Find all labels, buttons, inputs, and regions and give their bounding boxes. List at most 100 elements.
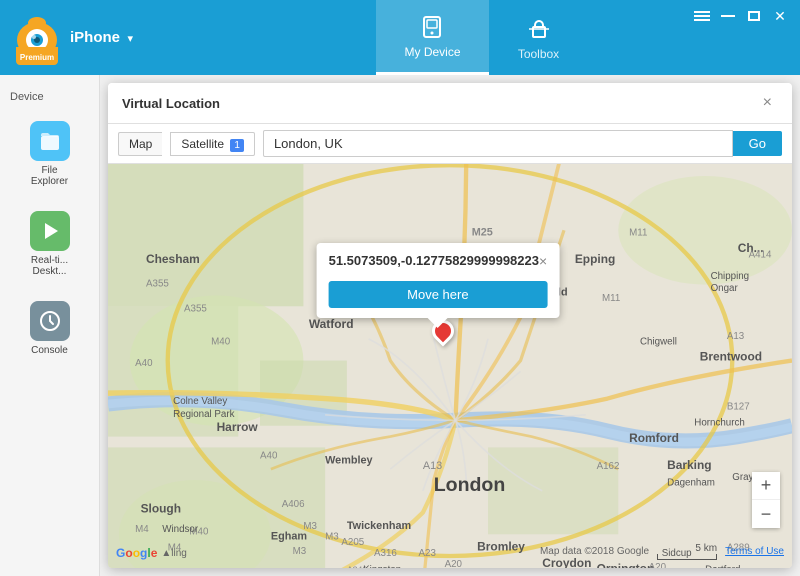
google-logo: Google (116, 546, 157, 560)
logo-section: Premium iPhone ▾ (0, 0, 165, 75)
zoom-out-button[interactable]: − (752, 500, 780, 528)
maximize-button[interactable] (746, 10, 762, 22)
svg-text:Hornchurch: Hornchurch (694, 418, 744, 429)
sidebar-item-file-explorer[interactable]: FileExplorer (10, 113, 90, 195)
svg-text:Watford: Watford (309, 317, 354, 331)
location-popup: 51.5073509,-0.12775829999998223 × Move h… (317, 243, 560, 318)
svg-text:M40: M40 (211, 336, 231, 347)
svg-text:A316: A316 (374, 548, 397, 559)
realtime-desktop-label: Real-ti...Deskt... (31, 255, 68, 277)
hamburger-menu-button[interactable] (694, 10, 710, 22)
svg-text:Bromley: Bromley (477, 540, 525, 554)
minimize-button[interactable] (720, 10, 736, 22)
dialog-title: Virtual Location (122, 96, 220, 111)
virtual-location-dialog: Virtual Location × Map Satellite 1 Go (108, 83, 792, 568)
svg-text:A205: A205 (341, 537, 364, 548)
device-dropdown-icon: ▾ (127, 33, 133, 45)
svg-text:Kingston: Kingston (363, 564, 401, 568)
tab-toolbox[interactable]: Toolbox (489, 0, 589, 75)
zoom-controls: + − (752, 472, 780, 528)
map-container[interactable]: A355 A40 M25 M11 M40 M3 A246 A243 A317 A… (108, 164, 792, 568)
file-explorer-icon (30, 121, 70, 161)
svg-text:Dagenham: Dagenham (667, 477, 715, 488)
svg-text:Windsor: Windsor (162, 524, 199, 535)
map-copyright-note: ▲ling (161, 548, 186, 559)
map-type-satellite-button[interactable]: Satellite 1 (170, 132, 255, 156)
move-here-button[interactable]: Move here (329, 281, 548, 308)
tab-my-device[interactable]: My Device (376, 0, 488, 75)
svg-text:Regional Park: Regional Park (173, 409, 234, 420)
svg-text:M4: M4 (135, 524, 149, 535)
file-explorer-label: FileExplorer (31, 165, 68, 187)
close-button[interactable]: ✕ (772, 10, 788, 22)
dialog-close-button[interactable]: × (757, 93, 778, 113)
svg-text:Colne Valley: Colne Valley (173, 396, 227, 407)
scale-bar: 5 km (657, 543, 717, 560)
svg-text:B127: B127 (727, 401, 750, 412)
terms-of-use-link[interactable]: Terms of Use (725, 546, 784, 557)
svg-text:Epping: Epping (575, 252, 615, 266)
zoom-in-button[interactable]: + (752, 472, 780, 500)
svg-text:Brentwood: Brentwood (700, 350, 762, 364)
my-device-icon (418, 13, 446, 41)
popup-close-button[interactable]: × (539, 253, 547, 269)
google-logo-area: Google ▲ling (116, 546, 187, 560)
svg-text:A355: A355 (146, 279, 169, 290)
scale-line (657, 554, 717, 560)
svg-text:A23: A23 (419, 548, 436, 559)
svg-text:A20: A20 (649, 562, 667, 568)
svg-text:A355: A355 (184, 304, 207, 315)
content-area: Virtual Location × Map Satellite 1 Go (100, 75, 800, 576)
premium-badge: Premium (16, 47, 58, 65)
svg-text:Twickenham: Twickenham (347, 520, 411, 532)
svg-text:A13: A13 (727, 331, 744, 342)
main-area: Device FileExplorer Real-ti...Deskt... (0, 75, 800, 576)
header: Premium iPhone ▾ My Device (0, 0, 800, 75)
svg-text:Chesham: Chesham (146, 252, 200, 266)
svg-text:Slough: Slough (141, 502, 181, 516)
svg-text:M3: M3 (303, 521, 317, 532)
map-attribution: Map data ©2018 Google 5 km Terms of Use (540, 543, 784, 560)
toolbox-icon (525, 15, 553, 43)
go-button[interactable]: Go (733, 131, 782, 156)
console-label: Console (31, 345, 68, 356)
svg-text:London: London (434, 474, 506, 496)
svg-text:M25: M25 (472, 227, 493, 239)
svg-text:A40: A40 (260, 450, 278, 461)
svg-text:M3: M3 (325, 532, 339, 543)
svg-text:A414: A414 (749, 249, 772, 260)
console-icon (30, 301, 70, 341)
realtime-icon (30, 211, 70, 251)
window-controls: ✕ (682, 0, 800, 32)
svg-text:A162: A162 (597, 461, 620, 472)
svg-text:Chipping: Chipping (711, 271, 750, 282)
nav-tabs: My Device Toolbox (376, 0, 588, 75)
map-svg: A355 A40 M25 M11 M40 M3 A246 A243 A317 A… (108, 164, 792, 568)
svg-text:M11: M11 (629, 228, 647, 239)
map-type-map-button[interactable]: Map (118, 132, 162, 156)
sidebar: Device FileExplorer Real-ti...Deskt... (0, 75, 100, 576)
sidebar-item-realtime-desktop[interactable]: Real-ti...Deskt... (10, 203, 90, 285)
app-logo: Premium (14, 10, 60, 65)
sidebar-section-label: Device (0, 85, 99, 105)
svg-text:A13: A13 (423, 460, 442, 472)
map-toolbar: Map Satellite 1 Go (108, 124, 792, 164)
svg-text:Ongar: Ongar (711, 283, 739, 294)
device-name: iPhone (70, 29, 120, 46)
svg-text:A20: A20 (445, 559, 463, 568)
location-search-input[interactable] (263, 130, 733, 157)
svg-text:Chigwell: Chigwell (640, 336, 677, 347)
sidebar-item-console[interactable]: Console (10, 293, 90, 364)
svg-text:Orpington: Orpington (597, 561, 655, 568)
popup-header: 51.5073509,-0.12775829999998223 × (329, 253, 548, 269)
svg-text:A406: A406 (282, 499, 305, 510)
satellite-badge: 1 (230, 139, 244, 152)
popup-coordinates: 51.5073509,-0.12775829999998223 (329, 253, 539, 268)
svg-text:M3: M3 (293, 546, 307, 557)
svg-text:A40: A40 (135, 358, 153, 369)
tab-toolbox-label: Toolbox (518, 47, 559, 61)
svg-text:Barking: Barking (667, 458, 711, 472)
tab-my-device-label: My Device (404, 45, 460, 59)
svg-text:Egham: Egham (271, 531, 307, 543)
device-name-group[interactable]: iPhone ▾ (70, 29, 133, 47)
